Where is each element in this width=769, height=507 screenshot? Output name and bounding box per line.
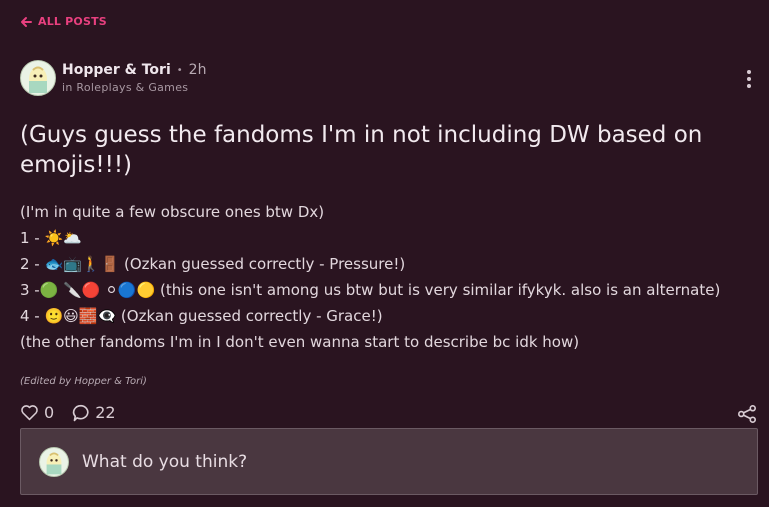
community-link[interactable]: in Roleplays & Games bbox=[62, 81, 206, 94]
post-body-line: (I'm in quite a few obscure ones btw Dx) bbox=[20, 203, 325, 221]
back-link-label: ALL POSTS bbox=[38, 15, 107, 28]
author-line: Hopper & Tori • 2h bbox=[62, 62, 206, 78]
more-options-button[interactable] bbox=[743, 66, 755, 92]
author-meta: Hopper & Tori • 2h in Roleplays & Games bbox=[62, 62, 206, 94]
post-author-row: Hopper & Tori • 2h in Roleplays & Games bbox=[20, 60, 206, 96]
post-body-line: 3 -🟢 🔪🔴 ⚪🔵🟡 (this one isn't among us btw… bbox=[20, 281, 721, 299]
edited-note: (Edited by Hopper & Tori) bbox=[20, 376, 147, 387]
like-button[interactable]: 0 bbox=[20, 403, 54, 422]
author-name[interactable]: Hopper & Tori bbox=[62, 62, 171, 78]
post-actions: 0 22 bbox=[20, 403, 116, 422]
comment-bubble-icon bbox=[73, 404, 89, 421]
post-body-line: 4 - 🙂😃🧱👁️‍🗨️ (Ozkan guessed correctly - … bbox=[20, 307, 383, 325]
post-page: ALL POSTS Hopper & Tori • 2h in Roleplay… bbox=[0, 0, 769, 507]
back-to-all-posts-link[interactable]: ALL POSTS bbox=[20, 15, 107, 28]
like-count: 0 bbox=[44, 403, 55, 422]
post-body: (I'm in quite a few obscure ones btw Dx)… bbox=[20, 201, 760, 357]
share-button[interactable] bbox=[737, 405, 757, 427]
avatar-image bbox=[46, 452, 62, 474]
separator-dot: • bbox=[176, 64, 183, 76]
comment-input[interactable]: What do you think? bbox=[20, 428, 758, 495]
comment-count: 22 bbox=[95, 403, 116, 422]
heart-icon bbox=[21, 405, 38, 421]
post-time: 2h bbox=[188, 62, 207, 78]
post-body-line: 1 - ☀️🌥️ bbox=[20, 229, 82, 247]
share-icon bbox=[738, 405, 756, 423]
author-avatar[interactable] bbox=[20, 60, 56, 96]
arrow-left-icon bbox=[21, 16, 32, 27]
post-title: (Guys guess the fandoms I'm in not inclu… bbox=[20, 122, 703, 178]
comments-button[interactable]: 22 bbox=[72, 403, 116, 422]
user-avatar bbox=[39, 446, 69, 477]
comment-placeholder: What do you think? bbox=[82, 451, 248, 472]
avatar-image bbox=[29, 66, 47, 93]
post-body-line: (the other fandoms I'm in I don't even w… bbox=[20, 333, 580, 351]
more-vertical-icon bbox=[747, 70, 751, 74]
post-body-line: 2 - 🐟📺🚶🚪 (Ozkan guessed correctly - Pres… bbox=[20, 255, 406, 273]
